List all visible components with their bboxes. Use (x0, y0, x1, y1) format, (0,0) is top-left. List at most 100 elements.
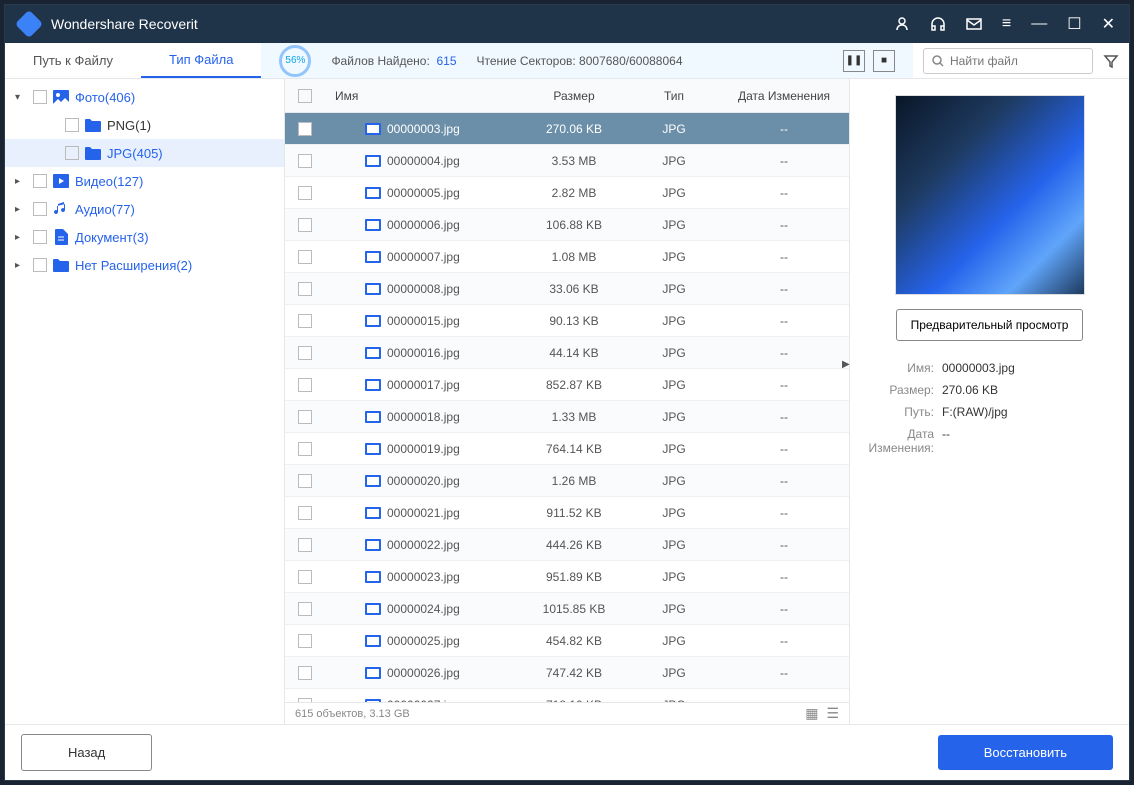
file-date: -- (719, 186, 849, 200)
table-row[interactable]: 00000023.jpg951.89 KBJPG-- (285, 561, 849, 593)
tree-item-5[interactable]: ▸Документ(3) (5, 223, 284, 251)
user-icon[interactable] (894, 16, 910, 32)
row-checkbox[interactable] (298, 154, 312, 168)
row-checkbox[interactable] (298, 122, 312, 136)
headphone-icon[interactable] (930, 16, 946, 32)
search-box[interactable] (923, 48, 1093, 74)
file-icon (365, 507, 381, 519)
tree-item-2[interactable]: JPG(405) (5, 139, 284, 167)
row-checkbox[interactable] (298, 250, 312, 264)
tab-filetype[interactable]: Тип Файла (141, 43, 261, 78)
tree-checkbox[interactable] (65, 146, 79, 160)
row-checkbox[interactable] (298, 410, 312, 424)
back-button[interactable]: Назад (21, 734, 152, 771)
row-checkbox[interactable] (298, 346, 312, 360)
tree-item-6[interactable]: ▸Нет Расширения(2) (5, 251, 284, 279)
row-checkbox[interactable] (298, 186, 312, 200)
search-input[interactable] (950, 54, 1084, 68)
file-icon (365, 667, 381, 679)
file-name: 00000018.jpg (387, 410, 460, 424)
tree-icon (53, 173, 69, 189)
pause-button[interactable]: ❚❚ (843, 50, 865, 72)
file-type: JPG (629, 122, 719, 136)
expand-icon[interactable]: ▶ (842, 359, 850, 370)
tree-checkbox[interactable] (33, 90, 47, 104)
tree-icon (53, 89, 69, 105)
table-row[interactable]: 00000022.jpg444.26 KBJPG-- (285, 529, 849, 561)
tree-checkbox[interactable] (33, 258, 47, 272)
file-type: JPG (629, 346, 719, 360)
restore-button[interactable]: Восстановить (938, 735, 1113, 770)
table-row[interactable]: 00000021.jpg911.52 KBJPG-- (285, 497, 849, 529)
preview-button[interactable]: Предварительный просмотр (896, 309, 1084, 341)
footer: Назад Восстановить (5, 724, 1129, 780)
tree-checkbox[interactable] (33, 174, 47, 188)
table-row[interactable]: 00000003.jpg270.06 KBJPG-- (285, 113, 849, 145)
file-type: JPG (629, 634, 719, 648)
table-row[interactable]: 00000007.jpg1.08 MBJPG-- (285, 241, 849, 273)
table-row[interactable]: 00000004.jpg3.53 MBJPG-- (285, 145, 849, 177)
file-name: 00000007.jpg (387, 250, 460, 264)
menu-icon[interactable]: ≡ (1002, 15, 1011, 33)
table-row[interactable]: 00000006.jpg106.88 KBJPG-- (285, 209, 849, 241)
file-icon (365, 635, 381, 647)
table-row[interactable]: 00000019.jpg764.14 KBJPG-- (285, 433, 849, 465)
row-checkbox[interactable] (298, 218, 312, 232)
col-size[interactable]: Размер (519, 89, 629, 103)
tree-item-3[interactable]: ▸Видео(127) (5, 167, 284, 195)
file-icon (365, 411, 381, 423)
row-checkbox[interactable] (298, 442, 312, 456)
select-all-checkbox[interactable] (298, 89, 312, 103)
table-row[interactable]: 00000008.jpg33.06 KBJPG-- (285, 273, 849, 305)
row-checkbox[interactable] (298, 474, 312, 488)
row-checkbox[interactable] (298, 602, 312, 616)
maximize-icon[interactable]: ☐ (1067, 14, 1081, 34)
tree-item-1[interactable]: PNG(1) (5, 111, 284, 139)
tree-checkbox[interactable] (33, 202, 47, 216)
close-icon[interactable]: ✕ (1102, 14, 1115, 34)
table-row[interactable]: 00000027.jpg718.10 KBJPG-- (285, 689, 849, 702)
col-type[interactable]: Тип (629, 89, 719, 103)
table-row[interactable]: 00000025.jpg454.82 KBJPG-- (285, 625, 849, 657)
grid-view-icon[interactable]: ▦ (805, 705, 818, 722)
file-type: JPG (629, 538, 719, 552)
table-row[interactable]: 00000026.jpg747.42 KBJPG-- (285, 657, 849, 689)
table-row[interactable]: 00000017.jpg852.87 KBJPG-- (285, 369, 849, 401)
table-row[interactable]: 00000015.jpg90.13 KBJPG-- (285, 305, 849, 337)
file-size: 1.08 MB (519, 250, 629, 264)
row-checkbox[interactable] (298, 570, 312, 584)
filter-icon[interactable] (1103, 53, 1119, 69)
row-checkbox[interactable] (298, 282, 312, 296)
tree-item-4[interactable]: ▸Аудио(77) (5, 195, 284, 223)
row-checkbox[interactable] (298, 666, 312, 680)
row-checkbox[interactable] (298, 378, 312, 392)
table-row[interactable]: 00000018.jpg1.33 MBJPG-- (285, 401, 849, 433)
list-view-icon[interactable]: ☰ (826, 705, 839, 722)
table-row[interactable]: 00000016.jpg44.14 KBJPG-- (285, 337, 849, 369)
file-date: -- (719, 250, 849, 264)
files-found-label: Файлов Найдено: 615 (331, 54, 456, 68)
mail-icon[interactable] (966, 16, 982, 32)
file-size: 1015.85 KB (519, 602, 629, 616)
tree-item-0[interactable]: ▾Фото(406) (5, 83, 284, 111)
col-name[interactable]: Имя (325, 89, 519, 103)
col-date[interactable]: Дата Изменения (719, 89, 849, 103)
file-type: JPG (629, 666, 719, 680)
row-checkbox[interactable] (298, 538, 312, 552)
titlebar: Wondershare Recoverit ≡ — ☐ ✕ (5, 5, 1129, 43)
minimize-icon[interactable]: — (1031, 15, 1047, 33)
row-checkbox[interactable] (298, 634, 312, 648)
tree-checkbox[interactable] (65, 118, 79, 132)
file-name: 00000026.jpg (387, 666, 460, 680)
table-row[interactable]: 00000020.jpg1.26 MBJPG-- (285, 465, 849, 497)
stop-button[interactable]: ■ (873, 50, 895, 72)
table-row[interactable]: 00000005.jpg2.82 MBJPG-- (285, 177, 849, 209)
row-checkbox[interactable] (298, 314, 312, 328)
tree-checkbox[interactable] (33, 230, 47, 244)
status-bar: 615 объектов, 3.13 GB ▦ ☰ (285, 702, 849, 724)
file-date: -- (719, 346, 849, 360)
tab-path[interactable]: Путь к Файлу (5, 43, 141, 78)
row-checkbox[interactable] (298, 506, 312, 520)
table-row[interactable]: 00000024.jpg1015.85 KBJPG-- (285, 593, 849, 625)
tree-label: Документ(3) (75, 230, 149, 245)
